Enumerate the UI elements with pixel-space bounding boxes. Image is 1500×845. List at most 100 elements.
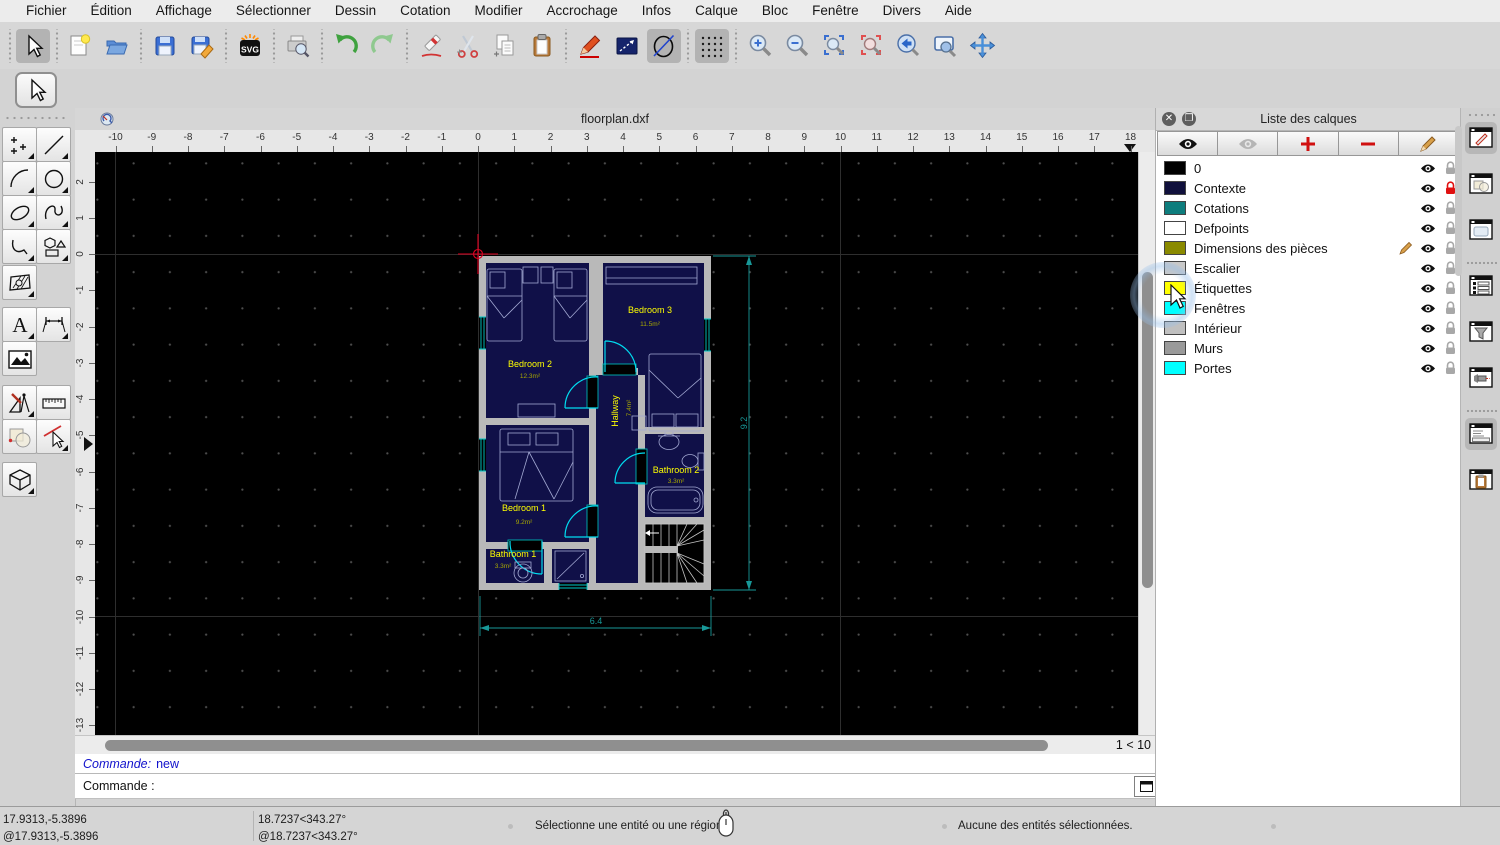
- redo-button[interactable]: [366, 29, 400, 63]
- eye-icon[interactable]: [1420, 323, 1436, 334]
- eye-icon[interactable]: [1420, 363, 1436, 374]
- eye-icon[interactable]: [1420, 223, 1436, 234]
- block-list-toggle[interactable]: [1465, 168, 1497, 200]
- save-as-button[interactable]: [185, 29, 219, 63]
- layer-row[interactable]: Dimensions des pièces: [1156, 238, 1461, 258]
- select-arrow-button[interactable]: [16, 28, 50, 63]
- zoom-in-button[interactable]: [743, 29, 777, 63]
- eye-icon[interactable]: [1420, 263, 1436, 274]
- menu-infos[interactable]: Infos: [630, 0, 683, 22]
- box3d-tool-button[interactable]: [2, 462, 37, 497]
- eye-icon[interactable]: [1420, 183, 1436, 194]
- eye-icon[interactable]: [1420, 163, 1436, 174]
- zoom-pan-button[interactable]: [965, 29, 999, 63]
- layer-row[interactable]: Escalier: [1156, 258, 1461, 278]
- zoom-back-button[interactable]: [891, 29, 925, 63]
- detach-icon[interactable]: ❐: [1182, 112, 1196, 126]
- layer-row[interactable]: 0: [1156, 158, 1461, 178]
- relative-zero-toggle[interactable]: [1465, 362, 1497, 394]
- zoom-auto-button[interactable]: [817, 29, 851, 63]
- export-svg-button[interactable]: SVG: [233, 29, 267, 63]
- eye-icon[interactable]: [1420, 203, 1436, 214]
- menu-modifier[interactable]: Modifier: [462, 0, 534, 22]
- cad-tools-button[interactable]: [2, 385, 37, 420]
- close-icon[interactable]: ✕: [1162, 112, 1176, 126]
- layer-row[interactable]: Fenêtres: [1156, 298, 1461, 318]
- selection-tool-button[interactable]: [15, 72, 57, 108]
- lock-icon[interactable]: [1445, 241, 1456, 255]
- document-titlebar[interactable]: floorplan.dxf: [75, 108, 1155, 131]
- panel-scrollbar[interactable]: [1455, 126, 1462, 276]
- copy-button[interactable]: [488, 29, 522, 63]
- lock-icon[interactable]: [1445, 161, 1456, 175]
- add-layer-button[interactable]: [1278, 131, 1339, 156]
- spline-tool-button[interactable]: [36, 195, 71, 230]
- menu-selectionner[interactable]: Sélectionner: [224, 0, 323, 22]
- command-line-toggle[interactable]: [1465, 418, 1497, 450]
- points-tool-button[interactable]: [2, 127, 37, 162]
- circle-tool-button[interactable]: [36, 161, 71, 196]
- eye-icon[interactable]: [1420, 283, 1436, 294]
- layer-list-toggle[interactable]: [1465, 270, 1497, 302]
- command-input[interactable]: [160, 775, 1134, 797]
- dimension-tool-button[interactable]: [36, 307, 71, 342]
- layer-row[interactable]: Portes: [1156, 358, 1461, 378]
- strip-handle[interactable]: [1467, 112, 1495, 117]
- polyline-button[interactable]: [610, 29, 644, 63]
- menu-aide[interactable]: Aide: [933, 0, 984, 22]
- new-file-button[interactable]: [63, 29, 97, 63]
- menu-accrochage[interactable]: Accrochage: [534, 0, 629, 22]
- paste-button[interactable]: [525, 29, 559, 63]
- arc-tool-button[interactable]: [2, 161, 37, 196]
- shapes-tool-button[interactable]: [36, 229, 71, 264]
- property-editor-toggle[interactable]: [1465, 122, 1497, 154]
- lock-icon[interactable]: [1445, 341, 1456, 355]
- toolbar-handle[interactable]: [53, 28, 60, 63]
- modify-tool-button[interactable]: [2, 419, 37, 454]
- edit-layer-button[interactable]: [1398, 131, 1460, 156]
- delete-button[interactable]: [414, 29, 448, 63]
- remove-layer-button[interactable]: [1338, 131, 1399, 156]
- menu-fenetre[interactable]: Fenêtre: [800, 0, 871, 22]
- hide-all-layers-button[interactable]: [1218, 131, 1279, 156]
- circle-slash-button[interactable]: [647, 28, 681, 63]
- layer-row[interactable]: Cotations: [1156, 198, 1461, 218]
- eye-icon[interactable]: [1420, 303, 1436, 314]
- show-all-layers-button[interactable]: [1157, 131, 1219, 156]
- zoom-window-button[interactable]: [928, 29, 962, 63]
- menu-cotation[interactable]: Cotation: [388, 0, 462, 22]
- selection-filter-toggle[interactable]: [1465, 316, 1497, 348]
- open-file-button[interactable]: [100, 29, 134, 63]
- lock-icon[interactable]: [1445, 181, 1456, 195]
- layer-row[interactable]: Defpoints: [1156, 218, 1461, 238]
- horizontal-scrollbar-thumb[interactable]: [105, 740, 1048, 751]
- eye-icon[interactable]: [1420, 243, 1436, 254]
- save-button[interactable]: [148, 29, 182, 63]
- cut-button[interactable]: [451, 29, 485, 63]
- lock-icon[interactable]: [1445, 221, 1456, 235]
- horizontal-scrollbar[interactable]: 1 < 10: [75, 735, 1155, 755]
- zoom-out-button[interactable]: [780, 29, 814, 63]
- ruler-tool-button[interactable]: [36, 385, 71, 420]
- draw-edit-button[interactable]: [573, 29, 607, 63]
- zoom-previous-button[interactable]: [854, 29, 888, 63]
- menu-dessin[interactable]: Dessin: [323, 0, 388, 22]
- lock-icon[interactable]: [1445, 321, 1456, 335]
- layer-row[interactable]: Intérieur: [1156, 318, 1461, 338]
- palette-handle[interactable]: [4, 114, 68, 120]
- line-tool-button[interactable]: [36, 127, 71, 162]
- lock-icon[interactable]: [1445, 361, 1456, 375]
- snap-tool-button[interactable]: [36, 419, 71, 454]
- layer-row[interactable]: Murs: [1156, 338, 1461, 358]
- polyline-tool-button[interactable]: [2, 229, 37, 264]
- image-tool-button[interactable]: [2, 341, 37, 376]
- lock-icon[interactable]: [1445, 261, 1456, 275]
- menu-calque[interactable]: Calque: [683, 0, 750, 22]
- lock-icon[interactable]: [1445, 301, 1456, 315]
- menu-affichage[interactable]: Affichage: [144, 0, 224, 22]
- drawing-canvas[interactable]: 6.4 9.2 Bedroom 2 Bedroom 3 Hallway Bedr…: [95, 152, 1138, 735]
- clipboard-panel-toggle[interactable]: [1465, 464, 1497, 496]
- library-browser-toggle[interactable]: [1465, 214, 1497, 246]
- undo-button[interactable]: [329, 29, 363, 63]
- menu-bloc[interactable]: Bloc: [750, 0, 800, 22]
